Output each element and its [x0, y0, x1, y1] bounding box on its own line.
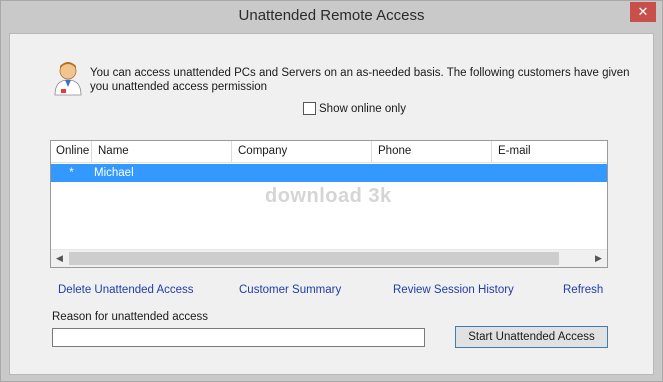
- dialog-body: You can access unattended PCs and Server…: [9, 33, 654, 375]
- column-header-online[interactable]: Online: [51, 141, 92, 162]
- window-title: Unattended Remote Access: [238, 7, 425, 24]
- start-unattended-access-button[interactable]: Start Unattended Access: [455, 326, 608, 348]
- horizontal-scrollbar[interactable]: ◀ ▶: [51, 249, 607, 267]
- review-session-history-link[interactable]: Review Session History: [393, 284, 514, 296]
- show-online-only-checkbox[interactable]: Show online only: [303, 102, 406, 115]
- customers-table[interactable]: Online Name Company Phone E-mail * Micha…: [50, 140, 608, 268]
- table-row[interactable]: * Michael: [51, 164, 607, 182]
- column-header-phone[interactable]: Phone: [372, 141, 492, 162]
- column-header-email[interactable]: E-mail: [492, 141, 607, 162]
- cell-name: Michael: [94, 167, 134, 179]
- window: Unattended Remote Access ✕ You can acces…: [0, 0, 663, 382]
- checkbox-label: Show online only: [319, 102, 406, 115]
- delete-unattended-access-link[interactable]: Delete Unattended Access: [58, 284, 194, 296]
- column-header-name[interactable]: Name: [92, 141, 232, 162]
- refresh-link[interactable]: Refresh: [563, 284, 603, 296]
- column-header-company[interactable]: Company: [232, 141, 372, 162]
- reason-label: Reason for unattended access: [52, 311, 208, 323]
- close-icon: ✕: [637, 4, 649, 19]
- watermark-logo: download 3k: [265, 185, 392, 207]
- user-avatar-icon: [52, 60, 84, 96]
- table-header: Online Name Company Phone E-mail: [51, 141, 607, 163]
- reason-input[interactable]: [52, 328, 425, 347]
- scroll-thumb[interactable]: [69, 252, 559, 265]
- cell-online: *: [69, 167, 74, 179]
- info-text: You can access unattended PCs and Server…: [90, 67, 630, 93]
- scroll-left-icon[interactable]: ◀: [51, 250, 68, 267]
- scroll-right-icon[interactable]: ▶: [590, 250, 607, 267]
- checkbox-box[interactable]: [303, 102, 316, 115]
- close-button[interactable]: ✕: [630, 2, 656, 22]
- customer-summary-link[interactable]: Customer Summary: [239, 284, 341, 296]
- title-bar: Unattended Remote Access ✕: [1, 1, 662, 33]
